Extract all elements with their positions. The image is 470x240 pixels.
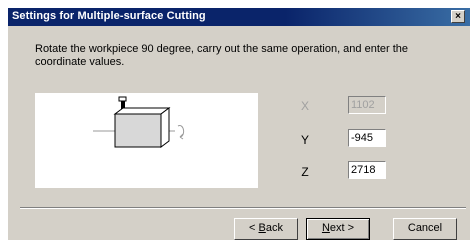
block-top-face: [113, 107, 171, 115]
tool-holder: [118, 96, 127, 102]
instruction-text: Rotate the workpiece 90 degree, carry ou…: [35, 43, 409, 68]
workpiece-illustration: [93, 96, 185, 148]
button-separator: [20, 207, 466, 209]
z-coordinate-input[interactable]: 2718: [348, 161, 386, 179]
cancel-button[interactable]: Cancel: [393, 218, 457, 240]
y-coordinate-input[interactable]: -945: [348, 129, 386, 147]
back-button[interactable]: < Back: [234, 218, 298, 240]
z-label: Z: [301, 165, 309, 179]
window-title: Settings for Multiple-surface Cutting: [12, 10, 206, 22]
workpiece-diagram: [35, 93, 258, 188]
dialog-window: Settings for Multiple-surface Cutting × …: [8, 8, 470, 240]
close-icon: ×: [455, 11, 461, 22]
rotation-arrow-icon: [177, 125, 185, 138]
next-button[interactable]: Next >: [306, 218, 370, 240]
block-front-face: [114, 113, 162, 148]
x-coordinate-input[interactable]: 1102: [348, 96, 386, 114]
x-label: X: [300, 99, 309, 113]
y-label: Y: [300, 133, 309, 147]
title-bar[interactable]: Settings for Multiple-surface Cutting ×: [8, 8, 470, 26]
block-side-face: [160, 107, 170, 148]
close-button[interactable]: ×: [451, 10, 465, 23]
